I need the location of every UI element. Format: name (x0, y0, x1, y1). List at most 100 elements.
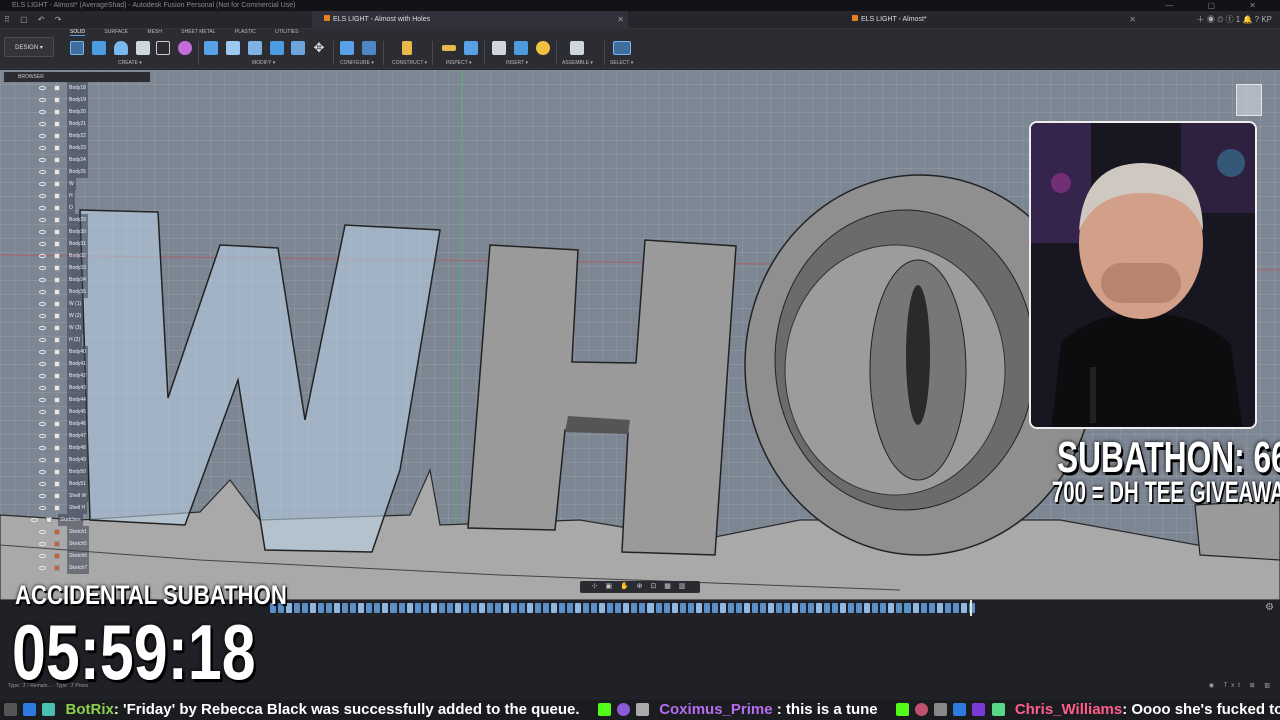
timeline-feature-icon[interactable] (406, 603, 413, 613)
visibility-eye-icon[interactable] (39, 470, 46, 474)
browser-item[interactable]: Body25 (4, 166, 150, 178)
form-icon[interactable] (178, 41, 192, 55)
timeline-feature-icon[interactable] (366, 603, 373, 613)
chamfer-icon[interactable] (248, 41, 262, 55)
browser-item[interactable]: Body20 (4, 106, 150, 118)
visibility-eye-icon[interactable] (39, 146, 46, 150)
visibility-eye-icon[interactable] (39, 410, 46, 414)
visibility-eye-icon[interactable] (39, 218, 46, 222)
timeline-feature-icon[interactable] (751, 603, 758, 613)
timeline-feature-icon[interactable] (342, 603, 349, 613)
joint-icon[interactable] (570, 41, 584, 55)
timeline-feature-icon[interactable] (639, 603, 646, 613)
visibility-eye-icon[interactable] (39, 158, 46, 162)
browser-item[interactable]: Shell H (4, 502, 150, 514)
close-tab-icon[interactable]: ✕ (617, 11, 624, 29)
visibility-eye-icon[interactable] (39, 110, 46, 114)
visibility-eye-icon[interactable] (39, 386, 46, 390)
visibility-eye-icon[interactable] (39, 230, 46, 234)
extrude-icon[interactable] (92, 41, 106, 55)
timeline-feature-icon[interactable] (735, 603, 742, 613)
timeline-feature-icon[interactable] (840, 603, 847, 613)
visibility-eye-icon[interactable] (39, 266, 46, 270)
browser-item[interactable]: Body21 (4, 118, 150, 130)
timeline-feature-icon[interactable] (470, 603, 477, 613)
browser-item[interactable]: Body24 (4, 154, 150, 166)
visibility-eye-icon[interactable] (39, 242, 46, 246)
timeline-feature-icon[interactable] (880, 603, 887, 613)
timeline-feature-icon[interactable] (559, 603, 566, 613)
visibility-eye-icon[interactable] (39, 302, 46, 306)
visibility-eye-icon[interactable] (39, 314, 46, 318)
hole-icon[interactable] (136, 41, 150, 55)
browser-item[interactable]: Shell W (4, 490, 150, 502)
timeline-feature-icon[interactable] (711, 603, 718, 613)
timeline-feature-icon[interactable] (904, 603, 911, 613)
browser-item[interactable]: Body43 (4, 382, 150, 394)
timeline-feature-icon[interactable] (832, 603, 839, 613)
visibility-eye-icon[interactable] (39, 86, 46, 90)
pattern-icon[interactable] (156, 41, 170, 55)
timeline-marker[interactable] (970, 600, 972, 616)
close-tab-icon[interactable]: ✕ (1129, 11, 1136, 29)
browser-item[interactable]: O (4, 202, 150, 214)
combine-icon[interactable] (291, 41, 305, 55)
visibility-eye-icon[interactable] (39, 458, 46, 462)
document-tab-2[interactable]: ELS LIGHT - Almost* ✕ (840, 11, 1140, 29)
visibility-eye-icon[interactable] (39, 194, 46, 198)
timeline-feature-icon[interactable] (647, 603, 654, 613)
timeline-feature-icon[interactable] (928, 603, 935, 613)
visibility-eye-icon[interactable] (39, 98, 46, 102)
browser-item[interactable]: Body48 (4, 442, 150, 454)
account-icons[interactable]: ＋ ◉ ⏲ ① 1 🔔 ? KP (1197, 11, 1272, 29)
tab-surface[interactable]: SURFACE (104, 29, 128, 35)
browser-item[interactable]: W (4, 178, 150, 190)
timeline-feature-icon[interactable] (438, 603, 445, 613)
select-icon[interactable] (613, 41, 631, 55)
timeline-feature-icon[interactable] (414, 603, 421, 613)
insert-derive-icon[interactable] (492, 41, 506, 55)
visibility-eye-icon[interactable] (39, 542, 46, 546)
timeline-feature-icon[interactable] (775, 603, 782, 613)
browser-item[interactable]: Sketch1 (4, 526, 150, 538)
visibility-eye-icon[interactable] (39, 362, 46, 366)
visibility-eye-icon[interactable] (39, 290, 46, 294)
timeline-feature-icon[interactable] (382, 603, 389, 613)
timeline-feature-icon[interactable] (743, 603, 750, 613)
visibility-eye-icon[interactable] (39, 254, 46, 258)
workspace-switcher[interactable]: DESIGN ▾ (4, 37, 54, 57)
visibility-eye-icon[interactable] (39, 134, 46, 138)
display-settings-icons[interactable]: ◉ Txt ⊞ ▥ (1209, 682, 1274, 689)
timeline-feature-icon[interactable] (920, 603, 927, 613)
timeline-feature-icon[interactable] (478, 603, 485, 613)
timeline-feature-icon[interactable] (663, 603, 670, 613)
browser-item[interactable]: H (4, 190, 150, 202)
browser-item[interactable]: H (2) (4, 334, 150, 346)
browser-item[interactable]: Body42 (4, 370, 150, 382)
timeline-feature-icon[interactable] (888, 603, 895, 613)
construct-menu[interactable]: CONSTRUCT ▾ (392, 60, 427, 66)
document-tab-1[interactable]: ELS LIGHT - Almost with Holes ✕ (312, 11, 628, 29)
timeline-feature-icon[interactable] (326, 603, 333, 613)
timeline-feature-icon[interactable] (527, 603, 534, 613)
browser-item[interactable]: Body29 (4, 214, 150, 226)
visibility-eye-icon[interactable] (39, 446, 46, 450)
timeline-feature-icon[interactable] (671, 603, 678, 613)
timeline-feature-icon[interactable] (952, 603, 959, 613)
timeline-feature-icon[interactable] (350, 603, 357, 613)
timeline-feature-icon[interactable] (872, 603, 879, 613)
visibility-eye-icon[interactable] (39, 566, 46, 570)
visibility-eye-icon[interactable] (39, 278, 46, 282)
app-menu-icons[interactable]: ⠿ ▢ ↶ ↷ (4, 11, 66, 29)
browser-folder[interactable]: Sketches (4, 514, 150, 526)
timeline-feature-icon[interactable] (848, 603, 855, 613)
timeline-feature-icon[interactable] (454, 603, 461, 613)
timeline-feature-icon[interactable] (494, 603, 501, 613)
visibility-eye-icon[interactable] (39, 422, 46, 426)
navigation-bar[interactable]: ⊹ ▣ ✋ ⊕ ⊡ ▦ ▥ (580, 581, 700, 593)
timeline-feature-icon[interactable] (727, 603, 734, 613)
browser-item[interactable]: Body22 (4, 130, 150, 142)
tab-plastic[interactable]: PLASTIC (235, 29, 256, 35)
timeline-settings-icon[interactable]: ⚙ (1265, 602, 1274, 613)
timeline-feature-icon[interactable] (318, 603, 325, 613)
